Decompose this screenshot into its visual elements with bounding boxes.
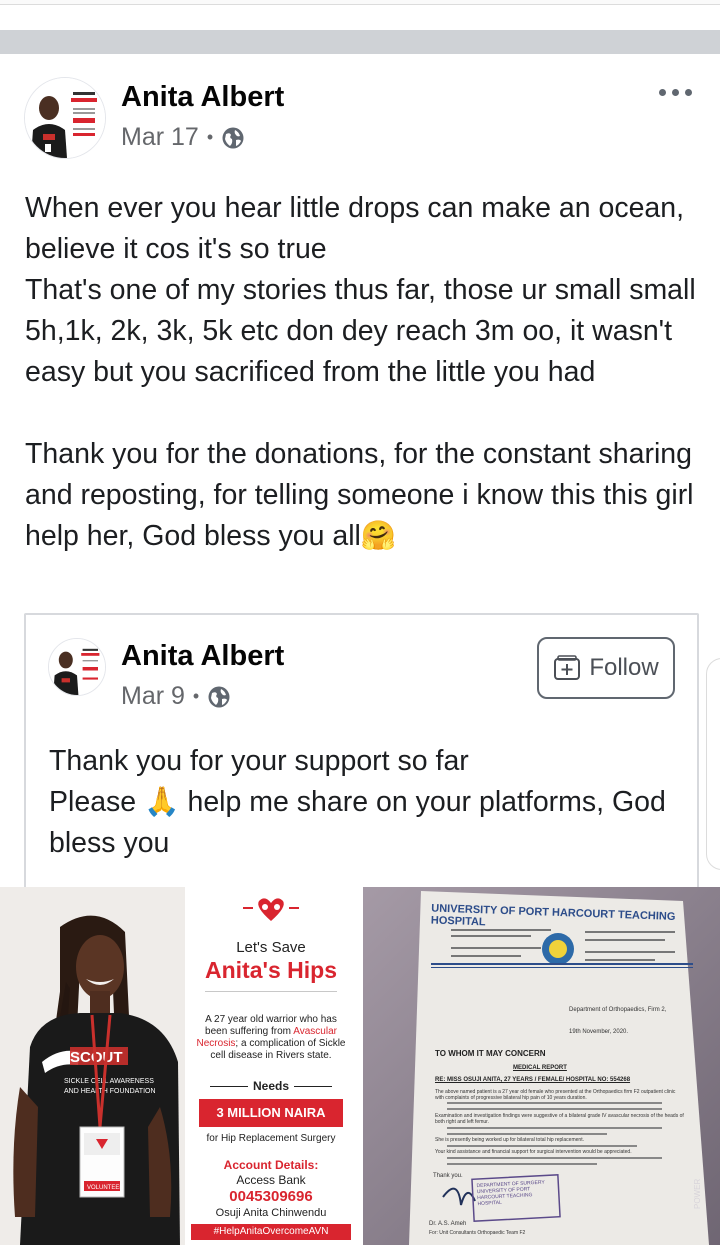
- hashtag: #HelpAnitaOvercomeAVN: [191, 1224, 351, 1240]
- poster-heading: Let's Save: [236, 939, 306, 956]
- letter-body-4: Your kind assistance and financial suppo…: [435, 1149, 632, 1155]
- watermark: POWER: [693, 1178, 702, 1209]
- poster-photo: SCOUT SICKLE CELL AWARENESS AND HEALTH F…: [0, 887, 185, 1245]
- purpose: for Hip Replacement Surgery: [206, 1133, 336, 1144]
- author-avatar[interactable]: [24, 77, 106, 159]
- globe-icon: [221, 126, 245, 150]
- post-date[interactable]: Mar 17: [121, 123, 199, 152]
- dot: [685, 88, 692, 96]
- letter-body-2: Examination and investigation findings w…: [435, 1113, 684, 1125]
- svg-text:AND HEALTH FOUNDATION: AND HEALTH FOUNDATION: [64, 1088, 156, 1095]
- meta-separator: •: [192, 686, 200, 706]
- letter-signer: Dr. A.S. Ameh: [429, 1221, 467, 1227]
- avatar-image: [49, 639, 105, 695]
- post-text: When ever you hear little drops can make…: [25, 192, 696, 552]
- fundraising-poster-image[interactable]: SCOUT SICKLE CELL AWARENESS AND HEALTH F…: [0, 887, 357, 1245]
- medical-report-image[interactable]: UNIVERSITY OF PORT HARCOURT TEACHING HOS…: [363, 887, 720, 1245]
- follow-button[interactable]: Follow: [537, 637, 675, 699]
- letter-body-3: She is presently being worked up for bil…: [435, 1137, 584, 1143]
- dot: [672, 88, 679, 96]
- woman-photo: SCOUT SICKLE CELL AWARENESS AND HEALTH F…: [0, 887, 185, 1245]
- amount-box: 3 MILLION NAIRA: [199, 1099, 343, 1127]
- needs-row: Needs: [185, 1079, 357, 1093]
- letter-stamp: DEPARTMENT OF SURGERY UNIVERSITY OF PORT…: [476, 1179, 545, 1208]
- author-name[interactable]: Anita Albert: [121, 81, 284, 114]
- letter-department: Department of Orthopaedics, Firm 2,: [569, 1007, 667, 1013]
- post-meta: Mar 17 •: [121, 123, 245, 152]
- letter-salutation: TO WHOM IT MAY CONCERN: [435, 1049, 546, 1058]
- letter-thanks: Thank you.: [433, 1173, 463, 1179]
- poster-title-rule: [205, 991, 337, 992]
- poster-title: Anita's Hips: [205, 957, 337, 983]
- account-name: Osuji Anita Chinwendu: [215, 1207, 327, 1219]
- more-options-icon[interactable]: [652, 82, 692, 102]
- account-label: Account Details:: [223, 1158, 319, 1172]
- shared-post-meta: Mar 9 •: [121, 682, 231, 711]
- needs-rule-left: [209, 1085, 248, 1087]
- shared-author-avatar[interactable]: [48, 638, 106, 696]
- bank-name: Access Bank: [236, 1173, 306, 1187]
- shared-post-date[interactable]: Mar 9: [121, 682, 185, 711]
- letter-date: 19th November, 2020.: [569, 1029, 629, 1035]
- account-number: 0045309696: [229, 1188, 313, 1205]
- side-handle[interactable]: [706, 658, 720, 870]
- previous-post-edge: [0, 0, 720, 5]
- needs-rule-right: [294, 1085, 333, 1087]
- needs-label: Needs: [252, 1079, 290, 1093]
- avatar-image: [25, 78, 105, 158]
- svg-text:SICKLE CELL AWARENESS: SICKLE CELL AWARENESS: [64, 1078, 154, 1085]
- shared-author-name[interactable]: Anita Albert: [121, 640, 284, 673]
- shared-post-text: Thank you for your support so far Please…: [49, 745, 666, 859]
- globe-icon: [207, 685, 231, 709]
- poster-logo-icon: [185, 895, 357, 928]
- feed-separator: [0, 30, 720, 54]
- poster-description: A 27 year old warrior who has been suffe…: [195, 1014, 347, 1062]
- svg-text:VOLUNTEER: VOLUNTEER: [87, 1185, 124, 1191]
- follow-label: Follow: [589, 654, 659, 681]
- letter-re: RE: MISS OSUJI ANITA, 27 YEARS / FEMALE/…: [435, 1077, 631, 1083]
- letter-signer-role: For: Unit Consultants Orthopaedic Team F…: [429, 1230, 526, 1236]
- dot: [659, 88, 666, 96]
- poster-details: Let's Save Anita's Hips A 27 year old wa…: [185, 887, 357, 1245]
- follow-icon: [553, 654, 581, 682]
- letter-subject: MEDICAL REPORT: [513, 1065, 567, 1071]
- amount: 3 MILLION NAIRA: [199, 1099, 343, 1127]
- meta-separator: •: [206, 127, 214, 147]
- letter-body-1: The above named patient is a 27 year old…: [435, 1089, 676, 1101]
